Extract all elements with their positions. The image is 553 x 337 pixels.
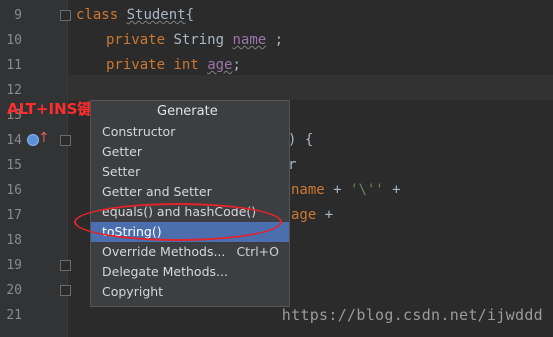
highlight-oval — [74, 203, 282, 241]
code-line-14-tail: ) { — [288, 132, 314, 148]
line-number: 16 — [6, 183, 22, 198]
fold-marker-icon[interactable] — [60, 10, 71, 21]
code-line-11: private int age; — [106, 53, 241, 78]
menu-item-setter[interactable]: Setter — [91, 162, 289, 182]
semicolon: ; — [232, 57, 241, 73]
current-line-highlight — [68, 75, 553, 100]
field-name: age — [207, 57, 233, 73]
operator: + — [324, 182, 351, 198]
type: String — [173, 32, 225, 48]
line-number: 14 — [6, 133, 22, 148]
fold-marker-icon[interactable] — [60, 135, 71, 146]
code-line-17-tail: age + — [291, 203, 333, 228]
menu-item-constructor[interactable]: Constructor — [91, 122, 289, 142]
menu-item-override-methods[interactable]: Override Methods... Ctrl+O — [91, 242, 289, 262]
string-literal: '\'' — [350, 182, 384, 198]
menu-item-getter[interactable]: Getter — [91, 142, 289, 162]
operator: + — [316, 207, 334, 223]
line-number: 9 — [14, 8, 22, 23]
field-ref: name — [291, 182, 325, 198]
line-number: 18 — [6, 233, 22, 248]
menu-title: Generate — [157, 104, 218, 119]
line-number: 17 — [6, 208, 22, 223]
menu-item-getter-and-setter[interactable]: Getter and Setter — [91, 182, 289, 202]
fold-marker-icon[interactable] — [60, 285, 71, 296]
keyword: class — [76, 7, 119, 23]
line-number: 21 — [6, 308, 22, 323]
line-number: 20 — [6, 283, 22, 298]
class-name: Student — [126, 7, 186, 23]
code-line-10: private String name ; — [106, 28, 283, 53]
operator: + — [383, 182, 401, 198]
keyword: private — [106, 57, 166, 73]
brace: { — [185, 7, 195, 23]
field-name: name — [232, 32, 267, 48]
menu-item-delegate-methods[interactable]: Delegate Methods... — [91, 262, 289, 282]
line-number: 19 — [6, 258, 22, 273]
line-number: 15 — [6, 158, 22, 173]
fold-marker-icon[interactable] — [60, 260, 71, 271]
line-number: 10 — [6, 33, 22, 48]
shortcut-label: Ctrl+O — [236, 244, 279, 259]
arrow-up-icon: ↑ — [38, 130, 50, 146]
code-line-9: class Student{ — [76, 3, 194, 28]
semicolon: ; — [266, 32, 284, 48]
menu-item-copyright[interactable]: Copyright — [91, 282, 289, 302]
field-ref: age — [291, 207, 317, 223]
watermark: https://blog.csdn.net/ijwddd — [281, 306, 543, 324]
keyword: private — [106, 32, 166, 48]
code-line-16-tail: name + '\'' + — [291, 178, 401, 203]
type: int — [173, 57, 199, 73]
line-number: 11 — [6, 58, 22, 73]
